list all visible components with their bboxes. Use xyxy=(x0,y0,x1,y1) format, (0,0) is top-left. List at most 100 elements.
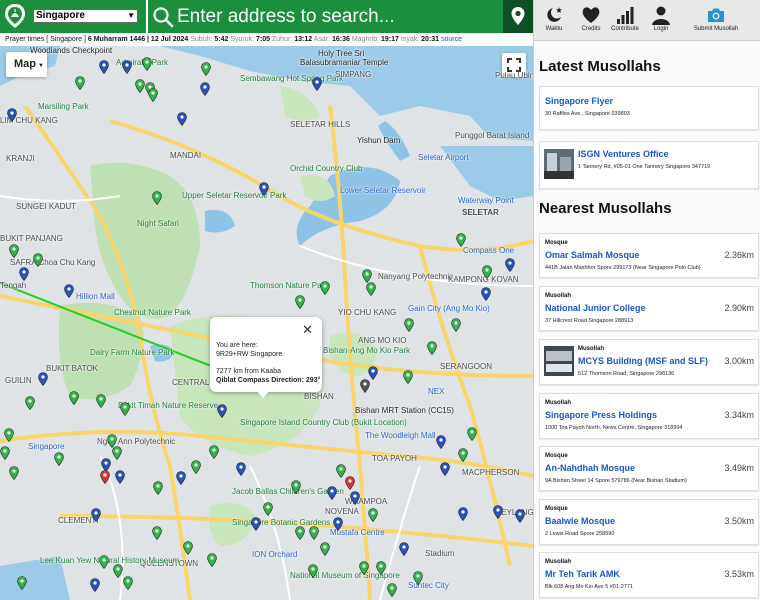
musollah-marker-icon[interactable] xyxy=(33,253,43,267)
close-icon[interactable]: ✕ xyxy=(302,323,313,336)
musollah-marker-icon[interactable] xyxy=(90,578,100,592)
musollah-marker-icon[interactable] xyxy=(320,281,330,295)
musollah-thumbnail[interactable] xyxy=(544,346,574,376)
musollah-marker-icon[interactable] xyxy=(366,282,376,296)
musollah-marker-icon[interactable] xyxy=(481,287,491,301)
musollah-marker-icon[interactable] xyxy=(362,269,372,283)
musollah-marker-icon[interactable] xyxy=(376,561,386,575)
musollah-marker-icon[interactable] xyxy=(91,508,101,522)
latest-card[interactable]: Singapore Flyer 30 Raffles Ave., Singapo… xyxy=(539,86,759,130)
address-search-input[interactable]: Enter address to search... xyxy=(177,3,497,30)
musollah-marker-icon[interactable] xyxy=(493,505,503,519)
musollah-marker-icon[interactable] xyxy=(413,571,423,585)
musollah-name-link[interactable]: Singapore Press Holdings xyxy=(545,410,657,420)
musollah-marker-icon[interactable] xyxy=(451,318,461,332)
musollah-marker-icon[interactable] xyxy=(0,446,10,460)
musollah-name-link[interactable]: An-Nahdhah Mosque xyxy=(545,463,635,473)
musollah-marker-icon[interactable] xyxy=(64,284,74,298)
musollah-marker-icon[interactable] xyxy=(4,428,14,442)
musollah-marker-icon[interactable] xyxy=(176,471,186,485)
musollah-marker-icon[interactable] xyxy=(263,502,273,516)
musollah-marker-icon[interactable] xyxy=(360,379,370,393)
musollah-marker-icon[interactable] xyxy=(436,435,446,449)
musollah-marker-icon[interactable] xyxy=(142,57,152,71)
musollah-name-link[interactable]: Baalwie Mosque xyxy=(545,516,615,526)
musollah-marker-icon[interactable] xyxy=(19,267,29,281)
nav-contribute[interactable]: Contribute xyxy=(610,3,640,37)
country-select[interactable]: Singapore ▼ xyxy=(33,9,138,23)
musollah-marker-icon[interactable] xyxy=(320,542,330,556)
musollah-marker-icon[interactable] xyxy=(152,191,162,205)
musollah-marker-icon[interactable] xyxy=(308,564,318,578)
musollah-marker-icon[interactable] xyxy=(312,77,322,91)
musollah-marker-icon[interactable] xyxy=(368,508,378,522)
musollah-marker-icon[interactable] xyxy=(99,555,109,569)
musollah-marker-icon[interactable] xyxy=(505,258,515,272)
nearest-card[interactable]: Musollah Mr Teh Tarik AMK Blk 608 Ang Mo… xyxy=(539,552,759,598)
musollah-marker-icon[interactable] xyxy=(251,517,261,531)
musollah-marker-icon[interactable] xyxy=(123,576,133,590)
musollah-marker-icon[interactable] xyxy=(152,526,162,540)
musollah-name-link[interactable]: Omar Salmah Mosque xyxy=(545,250,640,260)
musollah-marker-icon[interactable] xyxy=(69,391,79,405)
nearest-card[interactable]: Musollah National Junior College 37 Hill… xyxy=(539,286,759,331)
map-view[interactable]: Map ▼ Woodlands Checkpoint Admiralty Park… xyxy=(0,46,533,600)
nav-submit-musollah[interactable]: Submit Musollah xyxy=(690,3,742,37)
source-link[interactable]: source xyxy=(441,36,462,43)
search-icon[interactable] xyxy=(152,6,174,28)
musollah-marker-icon[interactable] xyxy=(368,366,378,380)
musollah-marker-icon[interactable] xyxy=(209,445,219,459)
musollah-marker-icon[interactable] xyxy=(113,564,123,578)
musollah-marker-icon[interactable] xyxy=(404,318,414,332)
musollah-marker-icon[interactable] xyxy=(207,553,217,567)
nearest-card[interactable]: Mosque Baalwie Mosque 2 Lewis Road Spore… xyxy=(539,499,759,545)
musollah-marker-icon[interactable] xyxy=(38,372,48,386)
musollah-name-link[interactable]: ISGN Ventures Office xyxy=(578,149,669,159)
musollah-marker-icon[interactable] xyxy=(467,427,477,441)
musollah-marker-icon[interactable] xyxy=(177,112,187,126)
musollah-marker-icon[interactable] xyxy=(100,470,110,484)
musollah-marker-icon[interactable] xyxy=(148,88,158,102)
map-type-button[interactable]: Map ▼ xyxy=(6,52,47,77)
musollah-marker-icon[interactable] xyxy=(217,404,227,418)
musollah-marker-icon[interactable] xyxy=(122,60,132,74)
musollah-marker-icon[interactable] xyxy=(7,108,17,122)
musollah-marker-icon[interactable] xyxy=(99,60,109,74)
musollah-marker-icon[interactable] xyxy=(9,466,19,480)
musollah-marker-icon[interactable] xyxy=(359,561,369,575)
musollah-marker-icon[interactable] xyxy=(259,182,269,196)
musollah-thumbnail[interactable] xyxy=(544,149,574,179)
nearest-card[interactable]: Musollah Singapore Press Holdings 1000 T… xyxy=(539,393,759,439)
musollah-marker-icon[interactable] xyxy=(25,396,35,410)
musollah-marker-icon[interactable] xyxy=(440,462,450,476)
musollah-marker-icon[interactable] xyxy=(350,491,360,505)
musollah-marker-icon[interactable] xyxy=(458,507,468,521)
musollah-marker-icon[interactable] xyxy=(309,526,319,540)
musollah-marker-icon[interactable] xyxy=(291,480,301,494)
musollah-marker-icon[interactable] xyxy=(75,76,85,90)
latest-card[interactable]: ISGN Ventures Office 1 Tannery Rd, #05-0… xyxy=(539,141,759,189)
musollah-marker-icon[interactable] xyxy=(17,576,27,590)
musollah-marker-icon[interactable] xyxy=(200,82,210,96)
nav-login[interactable]: Login xyxy=(646,3,676,37)
musollah-marker-icon[interactable] xyxy=(345,476,355,490)
musollah-name-link[interactable]: MCYS Building (MSF and SLF) xyxy=(578,356,708,366)
nearest-card[interactable]: Musollah MCYS Building (MSF and SLF) 512… xyxy=(539,339,759,385)
nav-waktu[interactable]: Waktu xyxy=(539,3,569,37)
musollah-marker-icon[interactable] xyxy=(333,517,343,531)
nav-credits[interactable]: Credits xyxy=(576,3,606,37)
musollah-marker-icon[interactable] xyxy=(201,62,211,76)
musollah-marker-icon[interactable] xyxy=(153,481,163,495)
musollah-marker-icon[interactable] xyxy=(295,295,305,309)
musollah-marker-icon[interactable] xyxy=(54,452,64,466)
locate-button[interactable] xyxy=(503,0,533,33)
musollah-marker-icon[interactable] xyxy=(112,446,122,460)
musollah-logo-icon[interactable] xyxy=(3,3,27,29)
musollah-marker-icon[interactable] xyxy=(515,509,525,523)
musollah-marker-icon[interactable] xyxy=(191,460,201,474)
musollah-marker-icon[interactable] xyxy=(120,402,130,416)
nearest-card[interactable]: Mosque An-Nahdhah Mosque 9A Bishan Stree… xyxy=(539,446,759,491)
musollah-marker-icon[interactable] xyxy=(482,265,492,279)
musollah-marker-icon[interactable] xyxy=(399,542,409,556)
musollah-name-link[interactable]: Singapore Flyer xyxy=(545,96,613,106)
